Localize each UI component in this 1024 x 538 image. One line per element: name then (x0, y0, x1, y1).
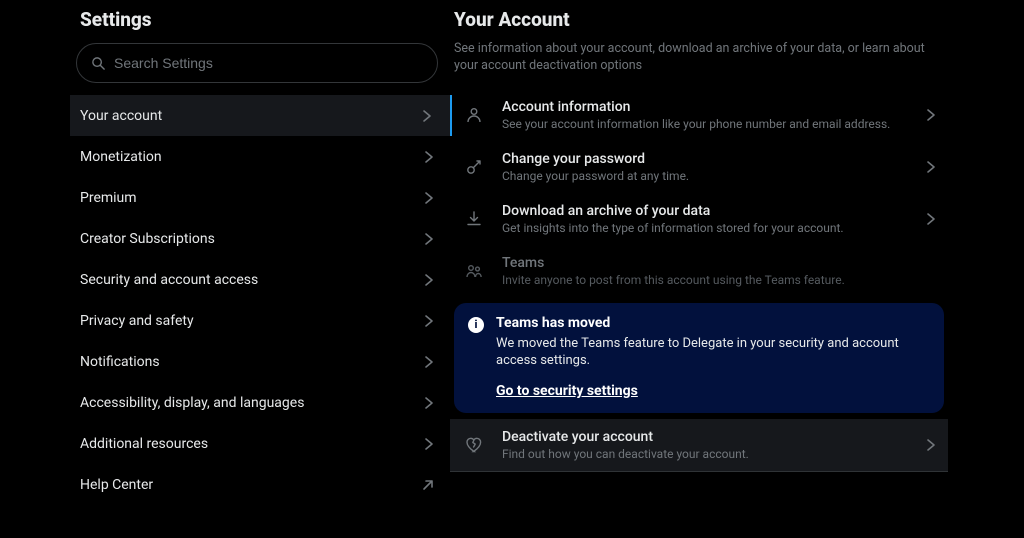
nav-item-label: Creator Subscriptions (80, 231, 215, 247)
main-panel: Your Account See information about your … (450, 0, 1024, 538)
nav-item-label: Security and account access (80, 272, 258, 288)
chevron-right-icon (922, 107, 938, 123)
deactivate-title: Deactivate your account (502, 429, 904, 445)
row-title: Teams (502, 255, 938, 271)
nav-item-additional-resources[interactable]: Additional resources (70, 423, 452, 464)
row-title: Download an archive of your data (502, 203, 904, 219)
page-title: Your Account (450, 2, 948, 41)
search-icon (91, 56, 106, 71)
nav-item-label: Premium (80, 190, 137, 206)
chevron-right-icon (420, 395, 436, 411)
row-title: Account information (502, 99, 904, 115)
settings-row-teams: Teams Invite anyone to post from this acc… (450, 245, 948, 297)
nav-item-privacy-and-safety[interactable]: Privacy and safety (70, 300, 452, 341)
nav-item-premium[interactable]: Premium (70, 177, 452, 218)
nav-item-label: Monetization (80, 149, 162, 165)
team-icon (464, 262, 484, 280)
chevron-right-icon (420, 231, 436, 247)
settings-row-download-an-archive-of-your-data[interactable]: Download an archive of your data Get insi… (450, 193, 948, 245)
chevron-right-icon (922, 211, 938, 227)
notice-body: We moved the Teams feature to Delegate i… (496, 335, 930, 370)
chevron-right-icon (922, 159, 938, 175)
person-icon (464, 106, 484, 124)
row-subtitle: Change your password at any time. (502, 169, 904, 183)
nav-item-security-and-account-access[interactable]: Security and account access (70, 259, 452, 300)
settings-sidebar: Settings Your account Monetization Premium… (0, 0, 450, 538)
notice-title: Teams has moved (496, 315, 930, 331)
chevron-right-icon (420, 436, 436, 452)
settings-row-change-your-password[interactable]: Change your password Change your password… (450, 141, 948, 193)
nav-item-label: Notifications (80, 354, 160, 370)
settings-row-account-information[interactable]: Account information See your account info… (450, 89, 948, 141)
notice-link[interactable]: Go to security settings (496, 383, 638, 399)
nav-item-notifications[interactable]: Notifications (70, 341, 452, 382)
chevron-right-icon (420, 190, 436, 206)
nav-item-label: Additional resources (80, 436, 208, 452)
download-icon (464, 210, 484, 228)
nav-item-creator-subscriptions[interactable]: Creator Subscriptions (70, 218, 452, 259)
settings-title: Settings (70, 2, 450, 43)
chevron-right-icon (922, 437, 938, 453)
search-container[interactable] (76, 43, 438, 83)
chevron-right-icon (420, 354, 436, 370)
row-subtitle: See your account information like your p… (502, 117, 904, 131)
deactivate-sub: Find out how you can deactivate your acc… (502, 447, 904, 461)
chevron-right-icon (420, 149, 436, 165)
chevron-right-icon (418, 108, 434, 124)
chevron-right-icon (420, 313, 436, 329)
nav-item-label: Help Center (80, 477, 153, 493)
nav-item-label: Accessibility, display, and languages (80, 395, 304, 411)
row-subtitle: Get insights into the type of informatio… (502, 221, 904, 235)
row-title: Change your password (502, 151, 904, 167)
search-input[interactable] (114, 55, 423, 71)
page-description: See information about your account, down… (450, 41, 948, 89)
settings-nav: Your account Monetization Premium Creator S… (70, 95, 450, 505)
external-link-icon (420, 477, 436, 493)
nav-item-label: Privacy and safety (80, 313, 194, 329)
nav-item-your-account[interactable]: Your account (70, 95, 452, 136)
deactivate-account-row[interactable]: Deactivate your account Find out how you… (450, 419, 948, 472)
nav-item-help-center[interactable]: Help Center (70, 464, 452, 505)
teams-moved-notice: i Teams has moved We moved the Teams fea… (454, 303, 944, 413)
chevron-right-icon (420, 272, 436, 288)
row-subtitle: Invite anyone to post from this account … (502, 273, 938, 287)
info-icon: i (468, 317, 484, 333)
nav-item-accessibility-display-and-languages[interactable]: Accessibility, display, and languages (70, 382, 452, 423)
nav-item-monetization[interactable]: Monetization (70, 136, 452, 177)
nav-item-label: Your account (80, 108, 162, 124)
heartbreak-icon (464, 436, 484, 454)
key-icon (464, 158, 484, 176)
